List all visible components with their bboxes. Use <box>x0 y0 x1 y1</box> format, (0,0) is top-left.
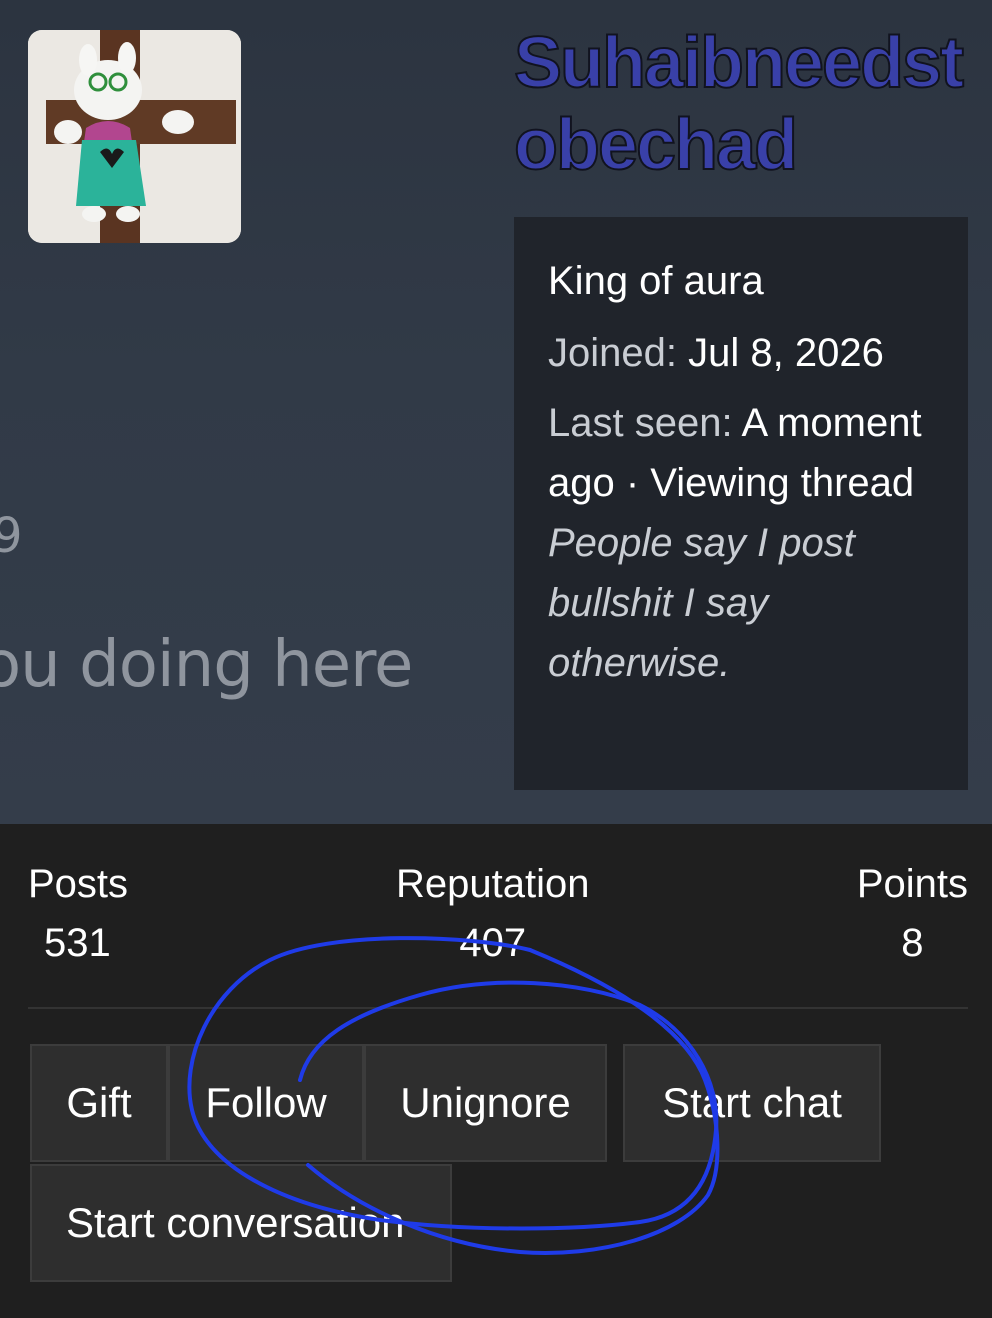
stat-reputation[interactable]: Reputation 407 <box>396 862 589 966</box>
points-count: 8 <box>901 921 924 965</box>
unignore-button[interactable]: Unignore <box>364 1044 607 1162</box>
avatar[interactable] <box>28 30 241 243</box>
banner-text-fragment-number: 9 <box>0 508 23 564</box>
stat-posts[interactable]: Posts 531 <box>28 862 128 966</box>
profile-info-box: King of aura Joined: Jul 8, 2026 Last se… <box>514 217 968 790</box>
stat-points[interactable]: Points 8 <box>857 862 968 966</box>
posts-label: Posts <box>28 862 129 906</box>
last-seen-label: Last seen: <box>548 401 733 445</box>
gift-button[interactable]: Gift <box>30 1044 168 1162</box>
follow-button[interactable]: Follow <box>168 1044 364 1162</box>
joined-date: Jul 8, 2026 <box>688 331 884 375</box>
profile-banner: 9 ou doing here Suhaibneedstobechad King… <box>0 0 992 824</box>
start-chat-button[interactable]: Start chat <box>623 1044 881 1162</box>
user-title: King of aura <box>548 259 764 303</box>
start-conversation-button[interactable]: Start conversation <box>30 1164 452 1282</box>
signature: People say I post bullshit I say otherwi… <box>548 521 855 685</box>
points-label: Points <box>856 862 968 906</box>
last-seen-row: Last seen: A moment ago · Viewing thread <box>548 393 934 513</box>
banner-text-fragment: ou doing here <box>0 628 413 702</box>
reputation-count: 407 <box>459 921 527 965</box>
stats-divider <box>28 1007 968 1009</box>
username-link[interactable]: Suhaibneedstobechad <box>513 22 984 186</box>
joined-label: Joined: <box>548 331 677 375</box>
joined-row: Joined: Jul 8, 2026 <box>548 323 934 383</box>
posts-count: 531 <box>44 921 111 965</box>
reputation-label: Reputation <box>396 862 590 906</box>
profile-stats: Posts 531 Reputation 407 Points 8 <box>28 862 968 982</box>
avatar-figurine-image <box>28 30 241 243</box>
